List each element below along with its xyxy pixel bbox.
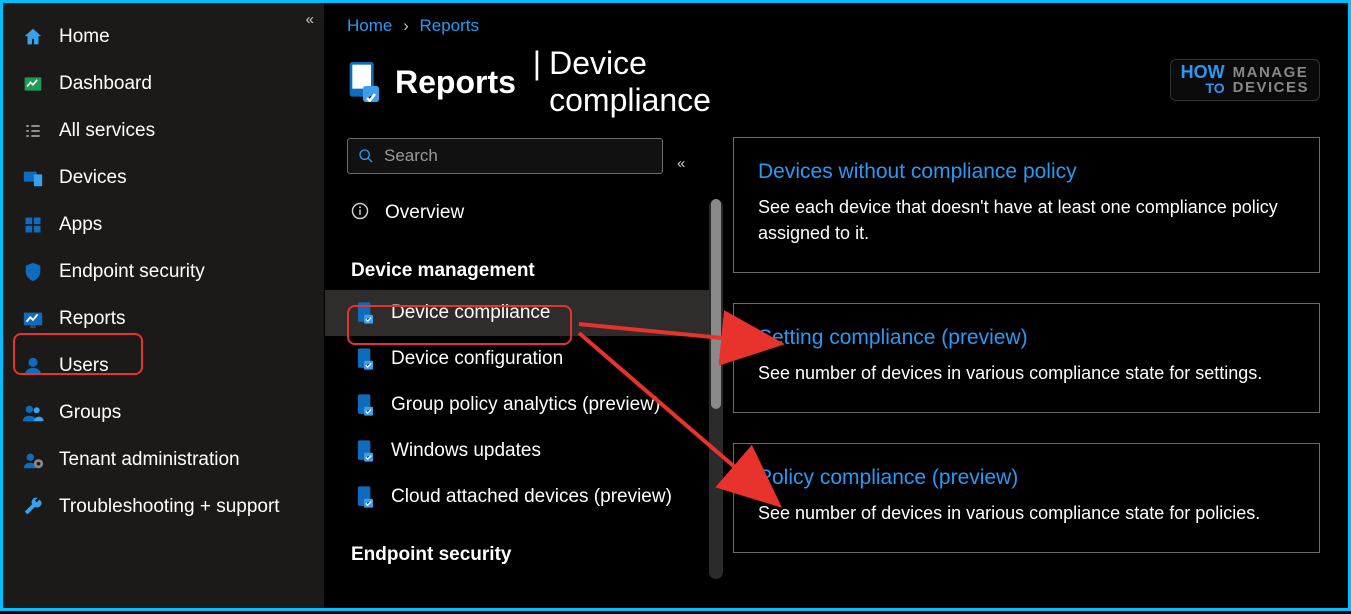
breadcrumb-home[interactable]: Home	[347, 16, 392, 35]
dashboard-icon	[21, 72, 45, 96]
wrench-icon	[21, 495, 45, 519]
nav-label: Tenant administration	[59, 449, 240, 471]
sidebar: « Home Dashboard All services Devices	[3, 3, 325, 608]
nav-troubleshooting[interactable]: Troubleshooting + support	[3, 483, 324, 530]
card-title: Policy compliance (preview)	[758, 466, 1295, 490]
sidebar-collapse-icon[interactable]: «	[306, 11, 314, 28]
overview-item[interactable]: Overview	[325, 190, 723, 236]
page-title: Reports	[395, 64, 516, 101]
info-icon	[351, 202, 371, 224]
card-devices-without-policy[interactable]: Devices without compliance policy See ea…	[733, 137, 1320, 273]
nav-apps[interactable]: Apps	[3, 201, 324, 248]
breadcrumb: Home › Reports	[325, 3, 723, 36]
nav-label: Devices	[59, 167, 127, 189]
card-title: Setting compliance (preview)	[758, 326, 1295, 350]
nav-label: Apps	[59, 214, 102, 236]
scrollbar-thumb[interactable]	[711, 199, 721, 409]
nav-label: All services	[59, 120, 155, 142]
nav-dashboard[interactable]: Dashboard	[3, 60, 324, 107]
nav-label: Dashboard	[59, 73, 152, 95]
page-subtitle: Device compliance	[549, 45, 711, 119]
subnav-group-policy[interactable]: Group policy analytics (preview)	[325, 382, 723, 428]
section-endpoint-security: Endpoint security	[325, 520, 723, 574]
overview-label: Overview	[385, 202, 464, 224]
subnav-device-configuration[interactable]: Device configuration	[325, 336, 723, 382]
nav-label: Reports	[59, 308, 126, 330]
subnav-label: Windows updates	[391, 440, 541, 462]
section-device-management: Device management	[325, 236, 723, 290]
card-policy-compliance[interactable]: Policy compliance (preview) See number o…	[733, 443, 1320, 553]
search-placeholder: Search	[384, 146, 438, 166]
search-icon	[358, 148, 374, 164]
breadcrumb-reports[interactable]: Reports	[420, 16, 480, 35]
card-desc: See each device that doesn't have at lea…	[758, 194, 1295, 246]
device-check-icon	[357, 302, 377, 324]
subnav-label: Device compliance	[391, 302, 550, 324]
home-icon	[21, 25, 45, 49]
shield-icon	[21, 260, 45, 284]
tenant-admin-icon	[21, 448, 45, 472]
device-check-icon	[357, 486, 377, 508]
devices-icon	[21, 166, 45, 190]
device-check-icon	[357, 440, 377, 462]
nav-users[interactable]: Users	[3, 342, 324, 389]
subnav-device-compliance[interactable]: Device compliance	[325, 290, 723, 336]
card-desc: See number of devices in various complia…	[758, 500, 1295, 526]
nav-reports[interactable]: Reports	[3, 295, 324, 342]
card-title: Devices without compliance policy	[758, 160, 1295, 184]
search-input[interactable]: Search	[347, 138, 663, 174]
subnav-cloud-attached[interactable]: Cloud attached devices (preview)	[325, 474, 723, 520]
nav-label: Users	[59, 355, 109, 377]
secondary-panel: Home › Reports Reports | Device complian…	[325, 3, 723, 608]
apps-icon	[21, 213, 45, 237]
page-header: Reports | Device compliance ···	[325, 36, 723, 110]
nav-devices[interactable]: Devices	[3, 154, 324, 201]
chevron-right-icon: ›	[403, 16, 409, 35]
nav-label: Groups	[59, 402, 121, 424]
scrollbar-track[interactable]	[709, 199, 723, 579]
device-check-icon	[357, 394, 377, 416]
user-icon	[21, 354, 45, 378]
reports-page-icon	[347, 62, 379, 102]
nav-label: Troubleshooting + support	[59, 496, 280, 518]
watermark: HOW TO MANAGE DEVICES	[1170, 59, 1320, 101]
nav-endpoint-security[interactable]: Endpoint security	[3, 248, 324, 295]
nav-groups[interactable]: Groups	[3, 389, 324, 436]
subnav-windows-updates[interactable]: Windows updates	[325, 428, 723, 474]
nav-label: Endpoint security	[59, 261, 205, 283]
device-check-icon	[357, 348, 377, 370]
nav-tenant-admin[interactable]: Tenant administration	[3, 436, 324, 483]
list-icon	[21, 119, 45, 143]
card-desc: See number of devices in various complia…	[758, 360, 1295, 386]
subnav-label: Group policy analytics (preview)	[391, 394, 660, 416]
reports-icon	[21, 307, 45, 331]
secondary-collapse-icon[interactable]: «	[677, 155, 685, 172]
subnav-label: Cloud attached devices (preview)	[391, 486, 672, 508]
card-setting-compliance[interactable]: Setting compliance (preview) See number …	[733, 303, 1320, 413]
page-title-divider: |	[524, 45, 541, 119]
subnav-label: Device configuration	[391, 348, 563, 370]
nav-all-services[interactable]: All services	[3, 107, 324, 154]
nav-home[interactable]: Home	[3, 13, 324, 60]
groups-icon	[21, 401, 45, 425]
nav-label: Home	[59, 26, 110, 48]
